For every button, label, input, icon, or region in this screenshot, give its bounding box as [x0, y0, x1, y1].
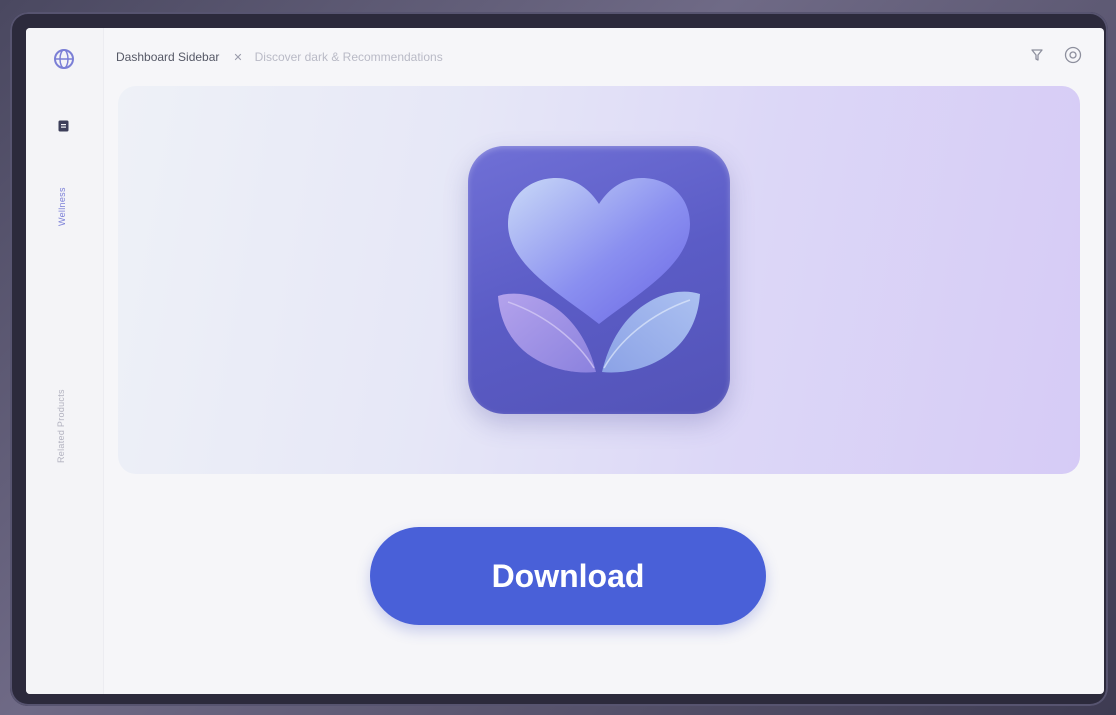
heart-leaves-icon [498, 178, 700, 373]
document-icon[interactable] [58, 120, 69, 132]
globe-icon[interactable] [53, 48, 75, 70]
sidebar-item-wellness[interactable]: Wellness [57, 166, 67, 226]
breadcrumb: Dashboard Sidebar ✕ Discover dark & Reco… [116, 46, 1066, 68]
sidebar-item-related-products[interactable]: Related Products [56, 318, 66, 463]
tab-title[interactable]: Dashboard Sidebar [116, 50, 219, 64]
hero-banner [118, 86, 1080, 474]
breadcrumb-path[interactable]: Discover dark & Recommendations [255, 50, 443, 64]
app-icon-tile [468, 146, 730, 414]
close-icon[interactable]: ✕ [233, 51, 242, 64]
sidebar: Wellness Related Products [26, 28, 104, 694]
app-window: Wellness Related Products Dashboard Side… [26, 28, 1104, 694]
settings-icon[interactable] [1064, 46, 1082, 64]
download-button[interactable]: Download [370, 527, 766, 625]
filter-icon[interactable] [1030, 48, 1044, 62]
toolbar [1030, 46, 1082, 64]
